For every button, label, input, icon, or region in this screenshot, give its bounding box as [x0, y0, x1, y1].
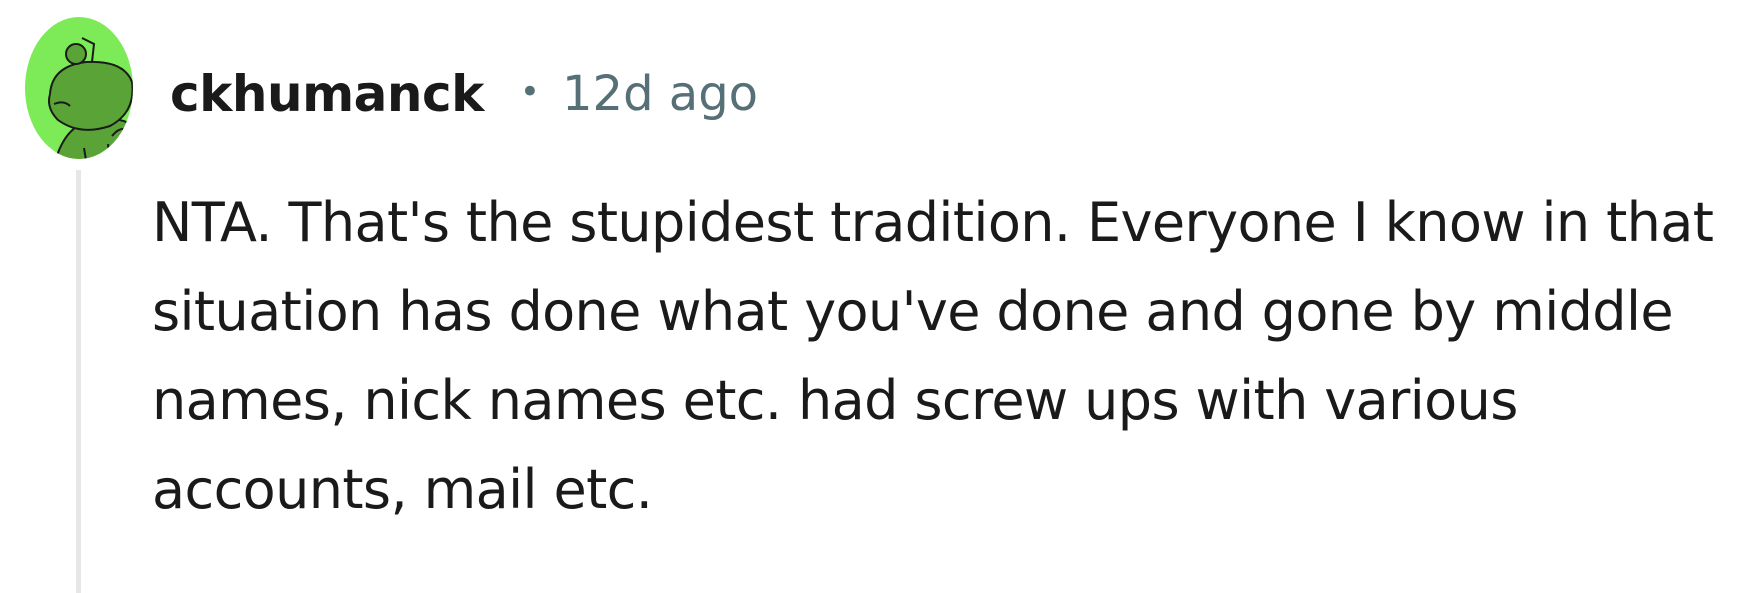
thread-line[interactable] [76, 170, 81, 593]
snoo-avatar-icon [25, 17, 133, 159]
comment: ckhumanck • 12d ago NTA. That's the stup… [0, 0, 1749, 593]
comment-body: NTA. That's the stupidest tradition. Eve… [152, 191, 1714, 521]
comment-timestamp[interactable]: 12d ago [562, 66, 758, 122]
comment-header: ckhumanck • 12d ago [170, 62, 758, 126]
avatar[interactable] [24, 16, 134, 160]
author-username[interactable]: ckhumanck [170, 65, 484, 123]
meta-separator: • [519, 72, 540, 112]
